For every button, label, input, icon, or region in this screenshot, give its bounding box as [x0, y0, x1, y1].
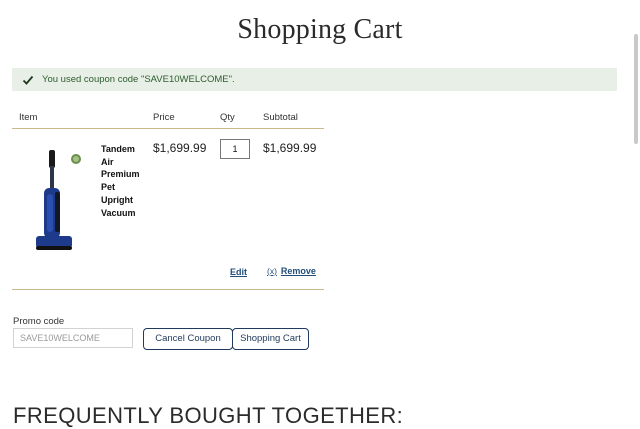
- page-title: Shopping Cart: [237, 14, 403, 45]
- product-name-link[interactable]: Tandem Air Premium Pet Upright Vacuum: [101, 143, 147, 219]
- column-header-item: Item: [19, 112, 38, 123]
- column-header-qty: Qty: [220, 112, 235, 123]
- cancel-coupon-button[interactable]: Cancel Coupon: [143, 328, 233, 350]
- quantity-input[interactable]: 1: [220, 139, 250, 159]
- product-subtotal: $1,699.99: [263, 141, 317, 155]
- remove-label: Remove: [280, 266, 316, 276]
- product-price: $1,699.99: [153, 141, 207, 155]
- checkmark-icon: [22, 75, 34, 85]
- coupon-success-notice: You used coupon code "SAVE10WELCOME".: [12, 68, 617, 91]
- column-header-price: Price: [153, 112, 175, 123]
- frequently-bought-heading: FREQUENTLY BOUGHT TOGETHER:: [13, 403, 404, 428]
- column-header-subtotal: Subtotal: [263, 112, 298, 123]
- vacuum-icon[interactable]: [32, 148, 82, 253]
- edit-link[interactable]: Edit: [230, 267, 247, 277]
- shopping-cart-button[interactable]: Shopping Cart: [232, 328, 309, 350]
- promo-code-label: Promo code: [13, 316, 65, 327]
- notice-text: You used coupon code "SAVE10WELCOME".: [42, 74, 235, 85]
- row-divider: [12, 289, 324, 290]
- remove-link[interactable]: (x) Remove: [267, 266, 316, 276]
- header-divider: [12, 128, 324, 129]
- promo-code-input[interactable]: SAVE10WELCOME: [13, 328, 133, 348]
- page-scrollbar[interactable]: [634, 34, 638, 144]
- remove-icon: (x): [267, 266, 277, 276]
